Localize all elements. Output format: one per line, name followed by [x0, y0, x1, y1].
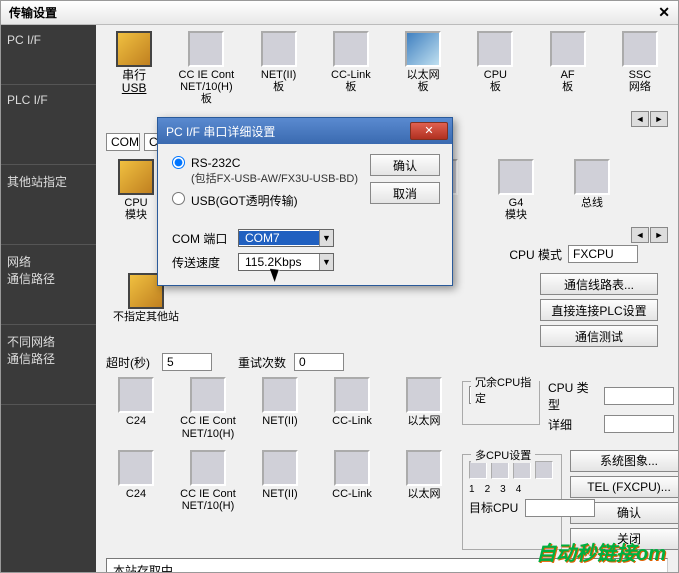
sidebar-item-other-station[interactable]: 其他站指定 — [1, 165, 96, 245]
cpu-detail-label: 详细 — [548, 416, 598, 433]
com-label: COM — [106, 133, 140, 151]
cpu-type-select[interactable] — [604, 387, 674, 405]
icon-eth-5[interactable]: 以太网 — [394, 450, 454, 550]
content-area: 串行USB CC IE Cont NET/10(H)板 NET(II) 板 CC… — [96, 25, 678, 572]
cpu-detail-select[interactable] — [604, 415, 674, 433]
usb-got-radio[interactable] — [172, 192, 185, 205]
dialog-ok-button[interactable]: 确认 — [370, 154, 440, 176]
cpu-slot-3[interactable] — [513, 461, 531, 479]
icon-netii-4[interactable]: NET(II) — [250, 377, 310, 439]
icon-serial-usb[interactable]: 串行USB — [106, 31, 162, 105]
icon-net-ii[interactable]: NET(II) 板 — [251, 31, 307, 105]
rs232c-label: RS-232C — [191, 156, 358, 170]
pc-if-row: 串行USB CC IE Cont NET/10(H)板 NET(II) 板 CC… — [106, 31, 668, 105]
com-port-select[interactable]: COM7 ▼ — [238, 229, 334, 247]
sidebar-item-diff-network[interactable]: 不同网络 通信路径 — [1, 325, 96, 405]
board-icon — [550, 31, 586, 67]
dialog-cancel-button[interactable]: 取消 — [370, 182, 440, 204]
cpu-mode-label: CPU 模式 — [509, 246, 562, 263]
chevron-down-icon: ▼ — [319, 254, 333, 270]
pc-if-serial-detail-dialog: PC I/F 串口详细设置 ✕ RS-232C (包括FX-USB-AW/FX3… — [157, 117, 453, 286]
sidebar: PC I/F PLC I/F 其他站指定 网络 通信路径 不同网络 通信路径 — [1, 25, 96, 572]
tel-fxcpu-button[interactable]: TEL (FXCPU)... — [570, 476, 678, 498]
com-port-label: COM 端口 — [172, 230, 232, 247]
icon-bus[interactable]: 总线 — [562, 159, 622, 221]
title-bar: 传输设置 ✕ — [1, 1, 678, 25]
transfer-settings-window: 传输设置 ✕ PC I/F PLC I/F 其他站指定 网络 通信路径 不同网络… — [0, 0, 679, 573]
multi-cpu-group: 多CPU设置 1 2 3 4 目标CPU — [462, 454, 562, 550]
board-icon — [261, 31, 297, 67]
rs232c-radio[interactable] — [172, 156, 185, 169]
dialog-close-icon[interactable]: ✕ — [410, 122, 448, 140]
icon-ssc-net[interactable]: SSC 网络 — [612, 31, 668, 105]
close-icon[interactable]: ✕ — [658, 4, 670, 21]
sidebar-item-pc-if[interactable]: PC I/F — [1, 25, 96, 85]
icon-ethernet[interactable]: 以太网 板 — [395, 31, 451, 105]
sidebar-item-plc-if[interactable]: PLC I/F — [1, 85, 96, 165]
icon-cclink-4[interactable]: CC-Link — [322, 377, 382, 439]
icon-cc-ie-cont[interactable]: CC IE Cont NET/10(H)板 — [178, 31, 234, 105]
board-icon — [622, 31, 658, 67]
usb-got-label: USB(GOT透明传输) — [191, 192, 298, 209]
scroll-left-icon[interactable]: ◄ — [631, 111, 649, 127]
retry-input[interactable] — [294, 353, 344, 371]
window-title: 传输设置 — [9, 4, 57, 21]
scroll-right-icon[interactable]: ► — [650, 111, 668, 127]
cpu-slot-2[interactable] — [491, 461, 509, 479]
ethernet-icon — [405, 31, 441, 67]
direct-plc-button[interactable]: 直接连接PLC设置 — [540, 299, 658, 321]
icon-netii-5[interactable]: NET(II) — [250, 450, 310, 550]
timeout-label: 超时(秒) — [106, 354, 156, 371]
icon-cc-ie[interactable]: CC IE Cont NET/10(H) — [178, 377, 238, 439]
redundant-cpu-group: 冗余CPU指定 — [462, 381, 540, 425]
sidebar-item-network-path[interactable]: 网络 通信路径 — [1, 245, 96, 325]
icon-cc-link[interactable]: CC-Link 板 — [323, 31, 379, 105]
icon-cpu-board[interactable]: CPU 板 — [467, 31, 523, 105]
system-image-button[interactable]: 系统图象... — [570, 450, 678, 472]
icon-c24[interactable]: C24 — [106, 377, 166, 439]
icon-af-board[interactable]: AF 板 — [540, 31, 596, 105]
comm-route-table-button[interactable]: 通信线路表... — [540, 273, 658, 295]
scroll-buttons: ◄ ► — [631, 111, 668, 127]
rs232c-note: (包括FX-USB-AW/FX3U-USB-BD) — [191, 170, 358, 186]
cpu-type-label: CPU 类型 — [548, 379, 598, 413]
icon-eth-4[interactable]: 以太网 — [394, 377, 454, 439]
icon-g4-module[interactable]: G4 模块 — [486, 159, 546, 221]
cpu-icon — [118, 159, 154, 195]
baud-label: 传送速度 — [172, 254, 232, 271]
icon-c24-5[interactable]: C24 — [106, 450, 166, 550]
multi-cpu-squares — [469, 461, 553, 479]
dialog-title-bar: PC I/F 串口详细设置 ✕ — [158, 118, 452, 144]
watermark: 自动秒链接om — [536, 537, 666, 566]
timeout-input[interactable] — [162, 353, 212, 371]
cpu-slot-4[interactable] — [535, 461, 553, 479]
icon-cc-ie-5[interactable]: CC IE Cont NET/10(H) — [178, 450, 238, 550]
scroll-right-icon[interactable]: ► — [650, 227, 668, 243]
scroll-left-icon[interactable]: ◄ — [631, 227, 649, 243]
target-cpu-label: 目标CPU — [469, 499, 519, 516]
retry-label: 重试次数 — [238, 354, 288, 371]
serial-icon — [116, 31, 152, 67]
board-icon — [188, 31, 224, 67]
dialog-title: PC I/F 串口详细设置 — [166, 123, 275, 140]
comm-test-button[interactable]: 通信测试 — [540, 325, 658, 347]
board-icon — [333, 31, 369, 67]
baud-select[interactable]: 115.2Kbps ▼ — [238, 253, 334, 271]
cpu-mode-value[interactable]: FXCPU — [568, 245, 638, 263]
chevron-down-icon: ▼ — [319, 230, 333, 246]
target-cpu-select[interactable] — [525, 499, 595, 517]
board-icon — [477, 31, 513, 67]
icon-cclink-5[interactable]: CC-Link — [322, 450, 382, 550]
cpu-slot-1[interactable] — [469, 461, 487, 479]
